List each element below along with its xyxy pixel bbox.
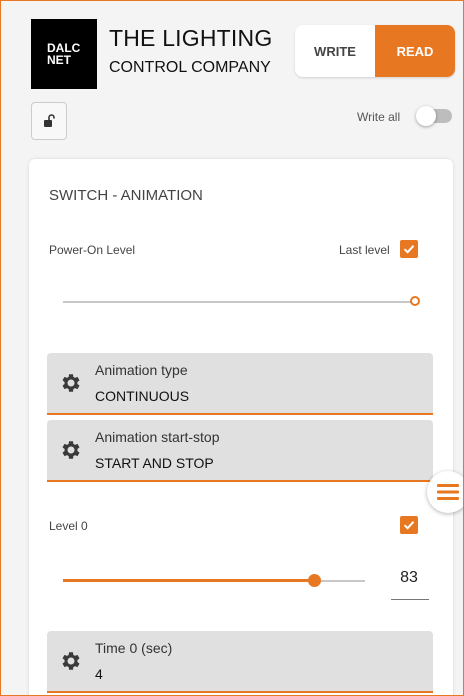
- read-button[interactable]: READ: [375, 25, 455, 77]
- hamburger-menu-icon: [437, 484, 459, 500]
- write-all-switch[interactable]: [416, 106, 452, 126]
- section-title: SWITCH - ANIMATION: [49, 187, 203, 204]
- level0-value-underline: [391, 599, 429, 600]
- animation-type-value: CONTINUOUS: [95, 388, 190, 404]
- write-button[interactable]: WRITE: [295, 25, 375, 77]
- last-level-checkbox[interactable]: [400, 240, 418, 258]
- unlock-icon: [44, 114, 55, 127]
- gear-icon: [62, 374, 80, 392]
- write-all-label: Write all: [357, 110, 401, 124]
- time0-label: Time 0 (sec): [95, 640, 173, 656]
- logo-line2: NET: [47, 53, 71, 67]
- gear-icon: [62, 652, 80, 670]
- level0-slider-thumb[interactable]: [307, 574, 321, 587]
- company-name-line2: CONTROL COMPANY: [109, 59, 271, 76]
- animation-settings-card: SWITCH - ANIMATION Power-On Level Last l…: [29, 159, 453, 695]
- company-name-line1: THE LIGHTING: [109, 25, 273, 51]
- checkmark-icon: [403, 521, 415, 530]
- animation-start-stop-select[interactable]: Animation start-stop START AND STOP: [47, 420, 433, 482]
- checkmark-icon: [403, 245, 415, 254]
- power-on-level-label: Power-On Level: [49, 243, 136, 257]
- app-frame: DALC NET THE LIGHTING CONTROL COMPANY WR…: [0, 0, 464, 696]
- time0-value: 4: [95, 666, 103, 682]
- power-on-level-slider[interactable]: [63, 301, 415, 303]
- gear-icon: [62, 441, 80, 459]
- level0-value-input[interactable]: 83: [389, 569, 429, 587]
- read-write-toggle: WRITE READ: [295, 25, 455, 77]
- menu-button[interactable]: [427, 471, 463, 513]
- level0-checkbox[interactable]: [400, 516, 418, 534]
- animation-start-stop-value: START AND STOP: [95, 455, 214, 471]
- animation-start-stop-label: Animation start-stop: [95, 429, 220, 445]
- level0-label: Level 0: [49, 519, 88, 533]
- last-level-label: Last level: [339, 243, 390, 257]
- dalcnet-logo: DALC NET: [31, 19, 97, 89]
- animation-type-select[interactable]: Animation type CONTINUOUS: [47, 353, 433, 415]
- animation-type-label: Animation type: [95, 362, 188, 378]
- write-all-switch-knob[interactable]: [416, 106, 436, 126]
- time0-select[interactable]: Time 0 (sec) 4: [47, 631, 433, 693]
- level0-slider-fill: [63, 579, 314, 582]
- power-on-level-slider-thumb[interactable]: [410, 296, 420, 306]
- lock-button[interactable]: [31, 102, 67, 140]
